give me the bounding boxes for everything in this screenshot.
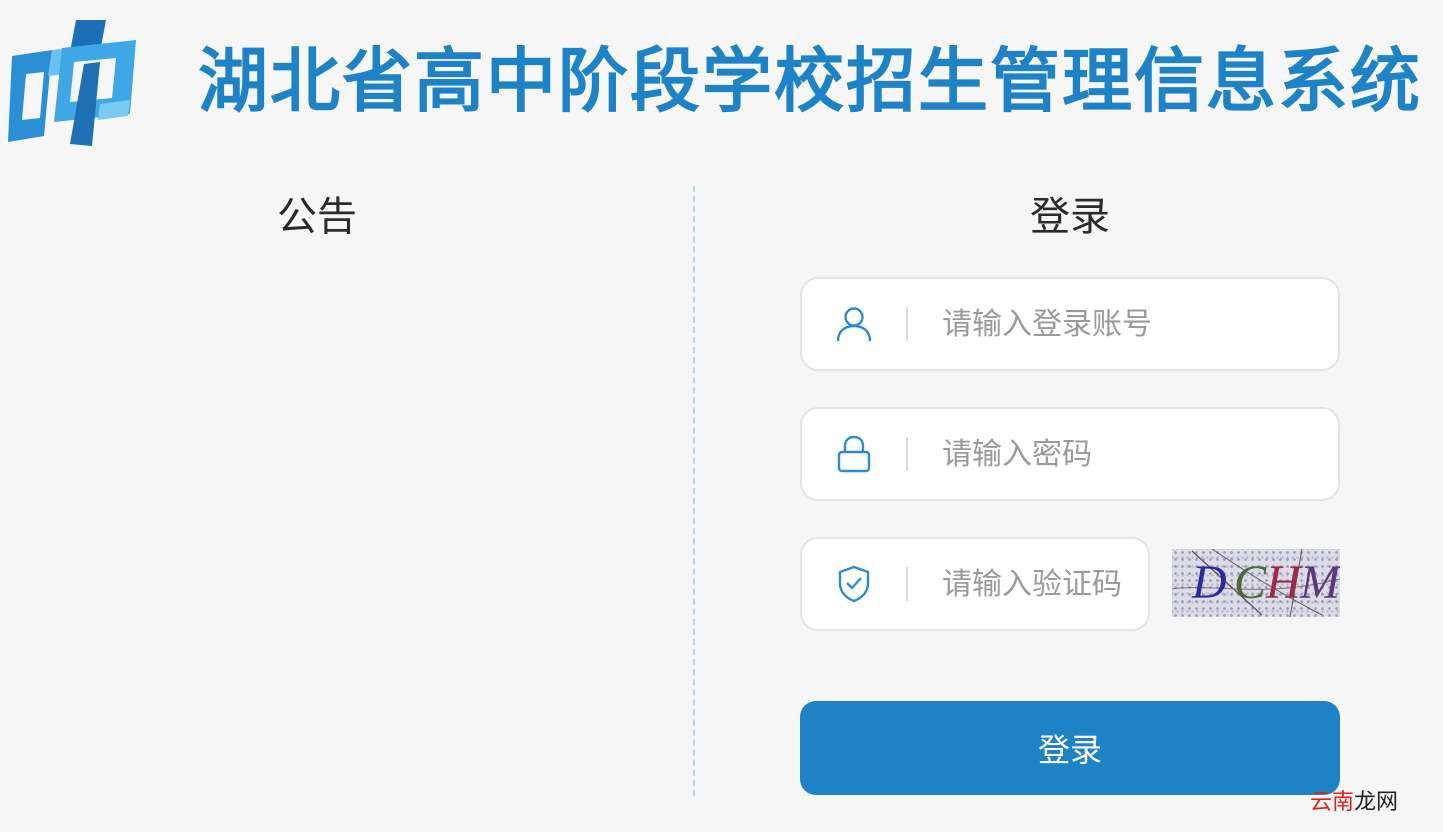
watermark: 云南龙网	[1310, 790, 1399, 815]
username-input[interactable]	[908, 279, 1338, 369]
notice-heading: 公告	[277, 194, 357, 240]
panel-divider	[693, 186, 695, 796]
captcha-char: H	[1266, 556, 1301, 609]
lock-icon	[802, 409, 906, 499]
user-icon	[802, 279, 906, 369]
login-page: 湖北省高中阶段学校招生管理信息系统 公告 登录 请输入登录账号 请输入验证码 D…	[0, 0, 1443, 832]
captcha-char: D	[1192, 556, 1227, 609]
captcha-char: C	[1234, 556, 1267, 609]
captcha-field	[800, 537, 1150, 631]
login-heading: 登录	[1030, 194, 1110, 240]
username-field	[800, 277, 1340, 371]
captcha-char: M	[1300, 556, 1340, 609]
shield-check-icon	[802, 539, 906, 629]
login-button[interactable]: 登录	[800, 701, 1340, 795]
page-title: 湖北省高中阶段学校招生管理信息系统	[198, 40, 1422, 122]
captcha-input[interactable]	[908, 539, 1148, 629]
password-input[interactable]	[908, 409, 1338, 499]
password-field	[800, 407, 1340, 501]
site-logo-icon	[4, 18, 140, 148]
captcha-image[interactable]: D C H M	[1172, 549, 1340, 617]
